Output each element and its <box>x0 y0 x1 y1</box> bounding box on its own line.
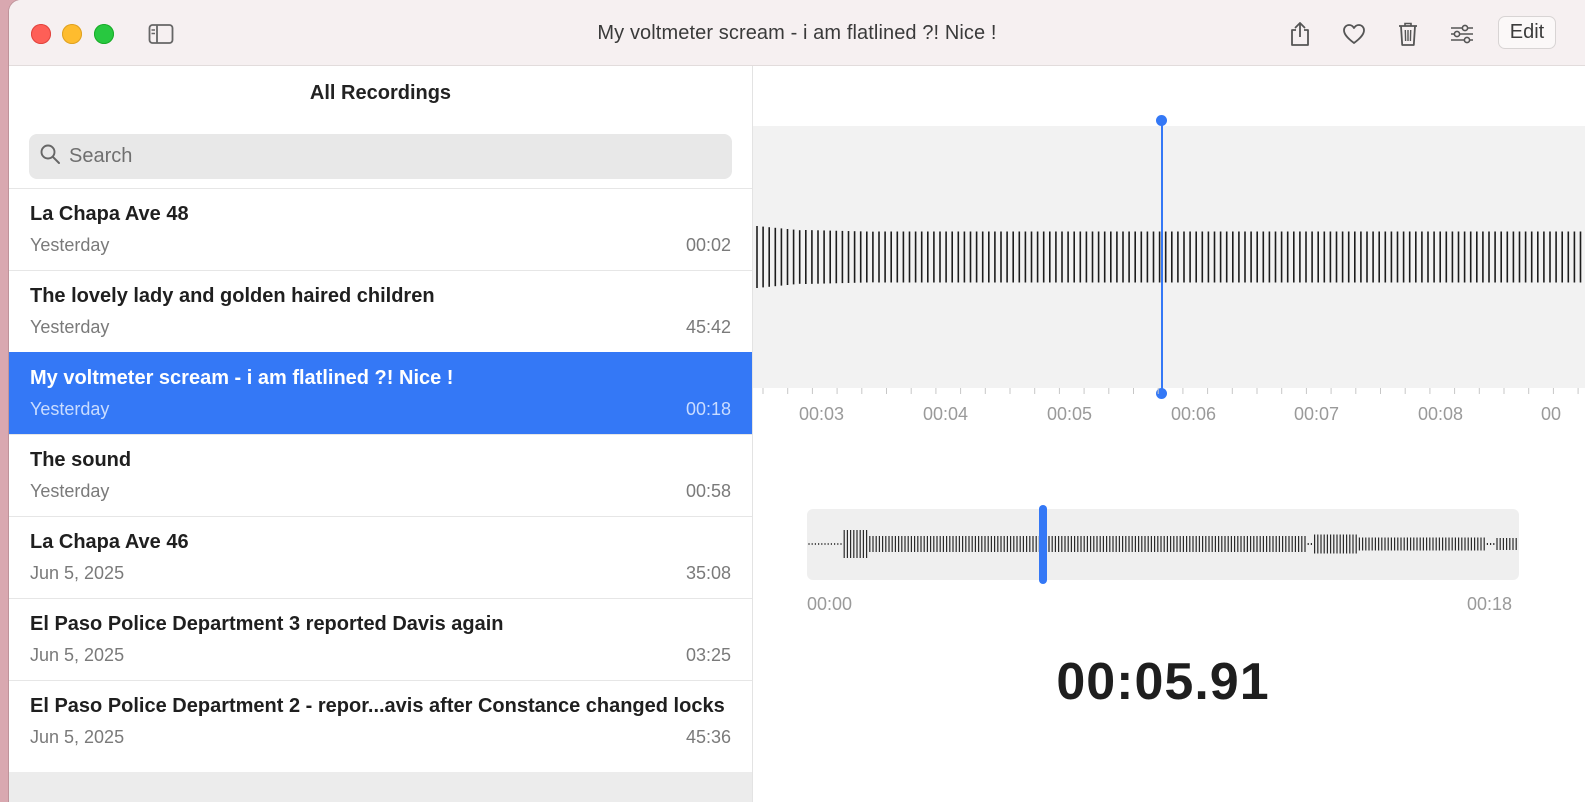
recording-title: La Chapa Ave 48 <box>30 203 189 225</box>
recording-duration: 00:58 <box>685 481 731 501</box>
recording-title: The sound <box>30 449 132 471</box>
list-header: All Recordings <box>309 82 452 104</box>
sliders-icon[interactable] <box>1447 19 1477 49</box>
ruler-label: 00:03 <box>799 404 845 424</box>
waveform-editor[interactable] <box>753 126 1585 388</box>
title-bar: My voltmeter scream - i am flatlined ?! … <box>9 0 1585 66</box>
recording-title: El Paso Police Department 2 - repor...av… <box>30 695 725 717</box>
recording-duration: 45:36 <box>685 727 731 747</box>
voice-memos-window: My voltmeter scream - i am flatlined ?! … <box>9 0 1585 802</box>
time-ruler: 00:03 00:04 00:05 00:06 00:07 00:08 00 <box>753 388 1585 428</box>
overview-playhead-handle[interactable] <box>1039 505 1047 584</box>
recording-item[interactable]: El Paso Police Department 3 reported Dav… <box>9 598 752 680</box>
recording-item[interactable]: El Paso Police Department 2 - repor...av… <box>9 680 752 762</box>
ruler-label: 00 <box>1541 404 1562 424</box>
ruler-ticks <box>762 388 1579 394</box>
overview-start-time: 00:00 <box>807 594 853 614</box>
share-icon[interactable] <box>1285 19 1315 49</box>
recording-date: Jun 5, 2025 <box>30 727 125 747</box>
recording-date: Yesterday <box>30 399 110 419</box>
recording-item[interactable]: The sound Yesterday 00:58 <box>9 434 752 516</box>
ruler-label: 00:08 <box>1418 404 1464 424</box>
recording-detail-panel: 00:03 00:04 00:05 00:06 00:07 00:08 00 0… <box>753 66 1585 802</box>
recording-duration: 00:18 <box>685 399 731 419</box>
recording-title: The lovely lady and golden haired childr… <box>30 285 435 307</box>
recording-item[interactable]: The lovely lady and golden haired childr… <box>9 270 752 352</box>
recording-item[interactable]: La Chapa Ave 46 Jun 5, 2025 35:08 <box>9 516 752 598</box>
recording-date: Yesterday <box>30 481 110 501</box>
ruler-label: 00:07 <box>1294 404 1340 424</box>
recording-duration: 45:42 <box>685 317 731 337</box>
recording-item[interactable]: La Chapa Ave 48 Yesterday 00:02 <box>9 188 752 270</box>
recording-date: Jun 5, 2025 <box>30 563 125 583</box>
recording-date: Yesterday <box>30 317 110 337</box>
recording-title: My voltmeter scream - i am flatlined ?! … <box>30 367 454 389</box>
ruler-label: 00:06 <box>1171 404 1217 424</box>
playhead-top-handle[interactable] <box>1156 115 1167 126</box>
ruler-label: 00:05 <box>1047 404 1093 424</box>
ruler-label: 00:04 <box>923 404 969 424</box>
search-input[interactable] <box>67 144 671 169</box>
list-footer-bar <box>9 772 752 802</box>
trash-icon[interactable] <box>1393 19 1423 49</box>
recording-title: La Chapa Ave 46 <box>30 531 189 553</box>
search-icon <box>39 143 61 170</box>
recording-duration: 00:02 <box>685 235 731 255</box>
overview-scrubber[interactable] <box>807 505 1519 584</box>
waveform <box>756 226 1582 288</box>
overview-end-time: 00:18 <box>1467 594 1513 614</box>
recording-date: Yesterday <box>30 235 110 255</box>
recording-duration: 35:08 <box>685 563 731 583</box>
recording-title: El Paso Police Department 3 reported Dav… <box>30 613 504 635</box>
overview-waveform <box>808 530 1517 558</box>
recording-duration: 03:25 <box>685 645 731 665</box>
playhead[interactable] <box>1161 120 1163 394</box>
search-box[interactable] <box>29 134 732 179</box>
edit-button[interactable]: Edit <box>1498 16 1556 49</box>
recording-date: Jun 5, 2025 <box>30 645 125 665</box>
heart-icon[interactable] <box>1339 19 1369 49</box>
current-time-display: 00:05.91 <box>1056 653 1270 711</box>
recordings-list-panel: All Recordings La Chapa Ave 48 Yesterday… <box>9 66 753 802</box>
recordings-list: La Chapa Ave 48 Yesterday 00:02 The love… <box>9 188 752 762</box>
recording-item-selected[interactable]: My voltmeter scream - i am flatlined ?! … <box>9 352 752 434</box>
